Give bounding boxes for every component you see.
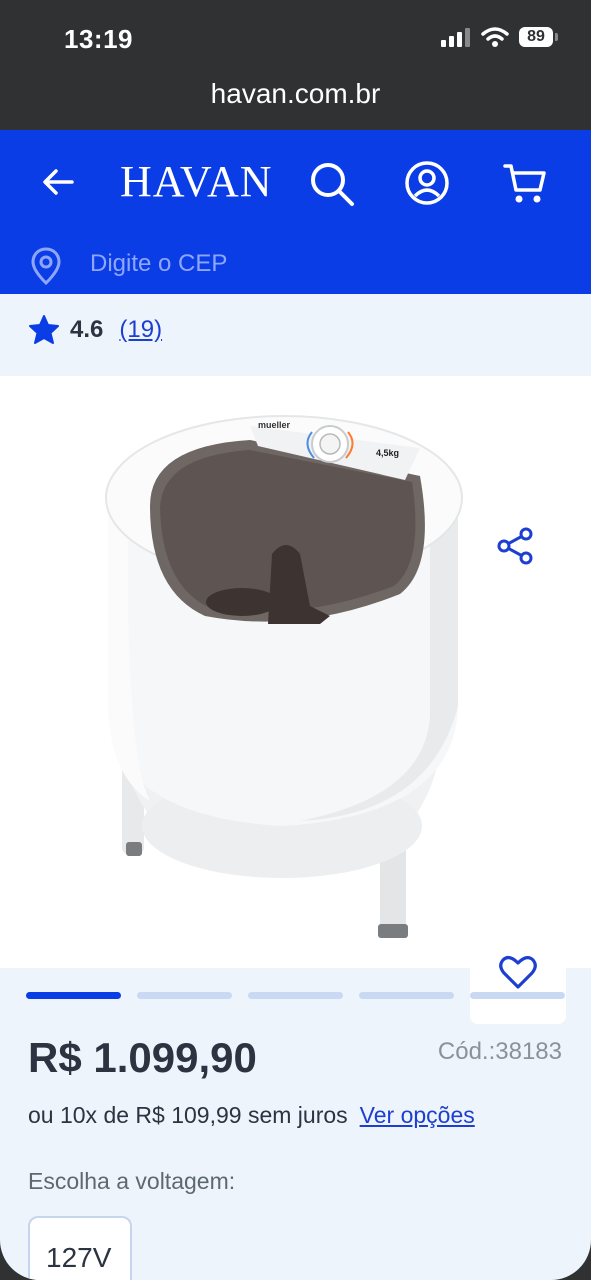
- product-rating: 4.6 (19): [28, 314, 162, 346]
- user-account-icon[interactable]: [404, 160, 450, 206]
- see-options-link[interactable]: Ver opções: [360, 1102, 475, 1128]
- battery-icon: 89: [519, 27, 558, 47]
- status-bar: 13:19 89: [0, 0, 591, 70]
- heart-icon: [499, 956, 537, 989]
- status-icons: 89: [441, 26, 558, 48]
- gallery-dot-1[interactable]: [26, 992, 121, 999]
- voltage-option-127v[interactable]: 127V: [28, 1216, 132, 1280]
- product-page: 4.6 (19) mueller 4,5kg R$ 1.099,90 Cód.:…: [0, 294, 591, 1280]
- site-header: HAVAN: [0, 130, 591, 238]
- voltage-label: Escolha a voltagem:: [28, 1168, 236, 1194]
- cep-input-placeholder[interactable]: Digite o CEP: [90, 250, 227, 278]
- star-icon: [29, 315, 59, 344]
- signal-icon: [441, 28, 470, 47]
- product-code: Cód.:38183: [437, 1038, 562, 1065]
- status-time: 13:19: [64, 24, 133, 54]
- product-image-area[interactable]: mueller 4,5kg: [0, 376, 591, 1024]
- url-bar[interactable]: havan.com.br: [0, 70, 591, 130]
- washing-machine-image: [105, 415, 463, 938]
- cep-bar[interactable]: Digite o CEP: [0, 238, 591, 294]
- gallery-dot-2[interactable]: [137, 992, 232, 999]
- gallery-dot-3[interactable]: [248, 992, 343, 999]
- voltage-option-label: 127V: [46, 1242, 112, 1273]
- havan-logo[interactable]: HAVAN: [120, 156, 273, 207]
- installments-info: ou 10x de R$ 109,99 sem juros Ver opções: [28, 1102, 475, 1129]
- review-count-link[interactable]: (19): [119, 316, 162, 344]
- capacity-label-on-image: 4,5kg: [376, 448, 400, 458]
- favorite-button[interactable]: [470, 928, 566, 1024]
- wifi-icon: [481, 27, 509, 47]
- product-price: R$ 1.099,90: [28, 1034, 257, 1081]
- cart-icon[interactable]: [502, 160, 548, 206]
- gallery-pagination: [26, 992, 565, 999]
- share-icon[interactable]: [496, 526, 536, 566]
- brand-label-on-image: mueller: [258, 420, 291, 430]
- installments-text: ou 10x de R$ 109,99 sem juros: [28, 1102, 348, 1128]
- gallery-dot-4[interactable]: [359, 992, 454, 999]
- location-pin-icon: [31, 247, 61, 286]
- back-arrow-icon[interactable]: [38, 162, 78, 202]
- rating-value: 4.6: [70, 316, 104, 343]
- gallery-dot-5[interactable]: [470, 992, 565, 999]
- search-icon[interactable]: [308, 160, 356, 208]
